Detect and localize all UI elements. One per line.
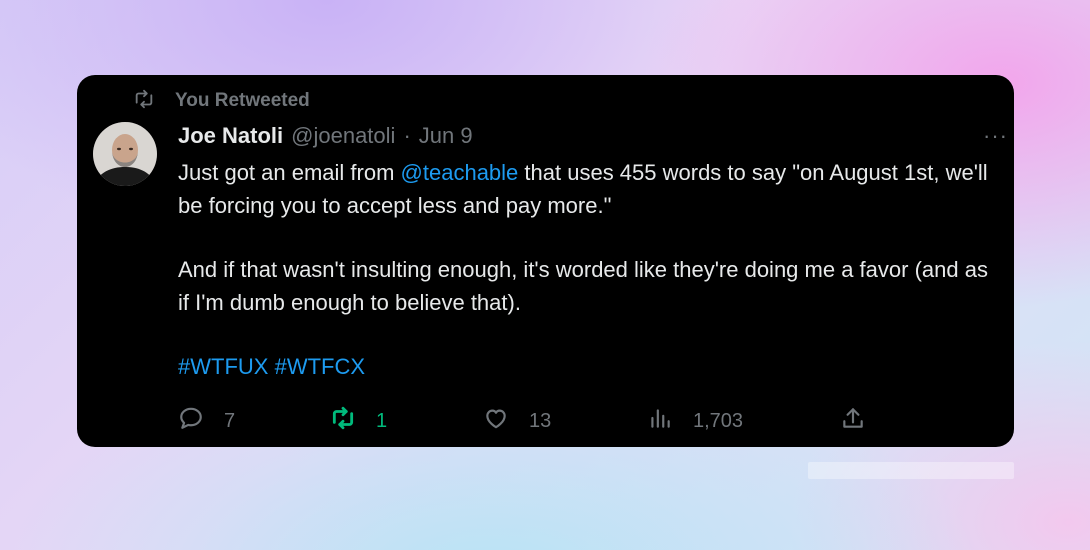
hashtag-link[interactable]: #WTFUX: [178, 354, 268, 379]
tweet-actions: 7 1 13 1,703: [178, 405, 878, 435]
share-icon: [840, 405, 866, 437]
views-icon: [647, 405, 673, 437]
retweet-button[interactable]: 1: [330, 405, 387, 437]
retweet-label: You Retweeted: [175, 90, 310, 111]
retweet-context: You Retweeted: [133, 89, 310, 113]
like-button[interactable]: 13: [483, 405, 551, 437]
user-handle[interactable]: @joenatoli: [291, 123, 395, 149]
tweet-paragraph-2: And if that wasn't insulting enough, it'…: [178, 257, 988, 315]
views-button[interactable]: 1,703: [647, 405, 743, 437]
share-button[interactable]: [840, 405, 866, 437]
retweet-count: 1: [376, 409, 388, 432]
tweet-text-part: Just got an email from: [178, 160, 401, 185]
display-name[interactable]: Joe Natoli: [178, 123, 283, 149]
heart-icon: [483, 405, 509, 437]
tweet-header: Joe Natoli @joenatoli · Jun 9: [178, 123, 473, 151]
avatar[interactable]: [93, 122, 157, 186]
retweet-icon: [133, 88, 155, 115]
background-glow-strip: [808, 462, 1014, 479]
mention-link[interactable]: @teachable: [401, 160, 519, 185]
tweet-date[interactable]: Jun 9: [419, 123, 473, 149]
tweet-paragraph-1: Just got an email from @teachable that u…: [178, 157, 1004, 222]
like-count: 13: [529, 409, 552, 432]
more-icon[interactable]: ···: [983, 125, 1008, 147]
hashtag-link[interactable]: #WTFCX: [275, 354, 365, 379]
tweet-text: Just got an email from @teachable that u…: [178, 157, 1004, 384]
views-count: 1,703: [693, 409, 744, 432]
retweet-icon: [330, 405, 356, 437]
reply-count: 7: [224, 409, 236, 432]
tweet-hashtags: #WTFUX #WTFCX: [178, 351, 1004, 384]
tweet-card[interactable]: You Retweeted Joe Natoli @joenatoli · Ju…: [77, 75, 1014, 447]
reply-button[interactable]: 7: [178, 405, 235, 437]
header-separator: ·: [403, 123, 411, 148]
reply-icon: [178, 405, 204, 437]
